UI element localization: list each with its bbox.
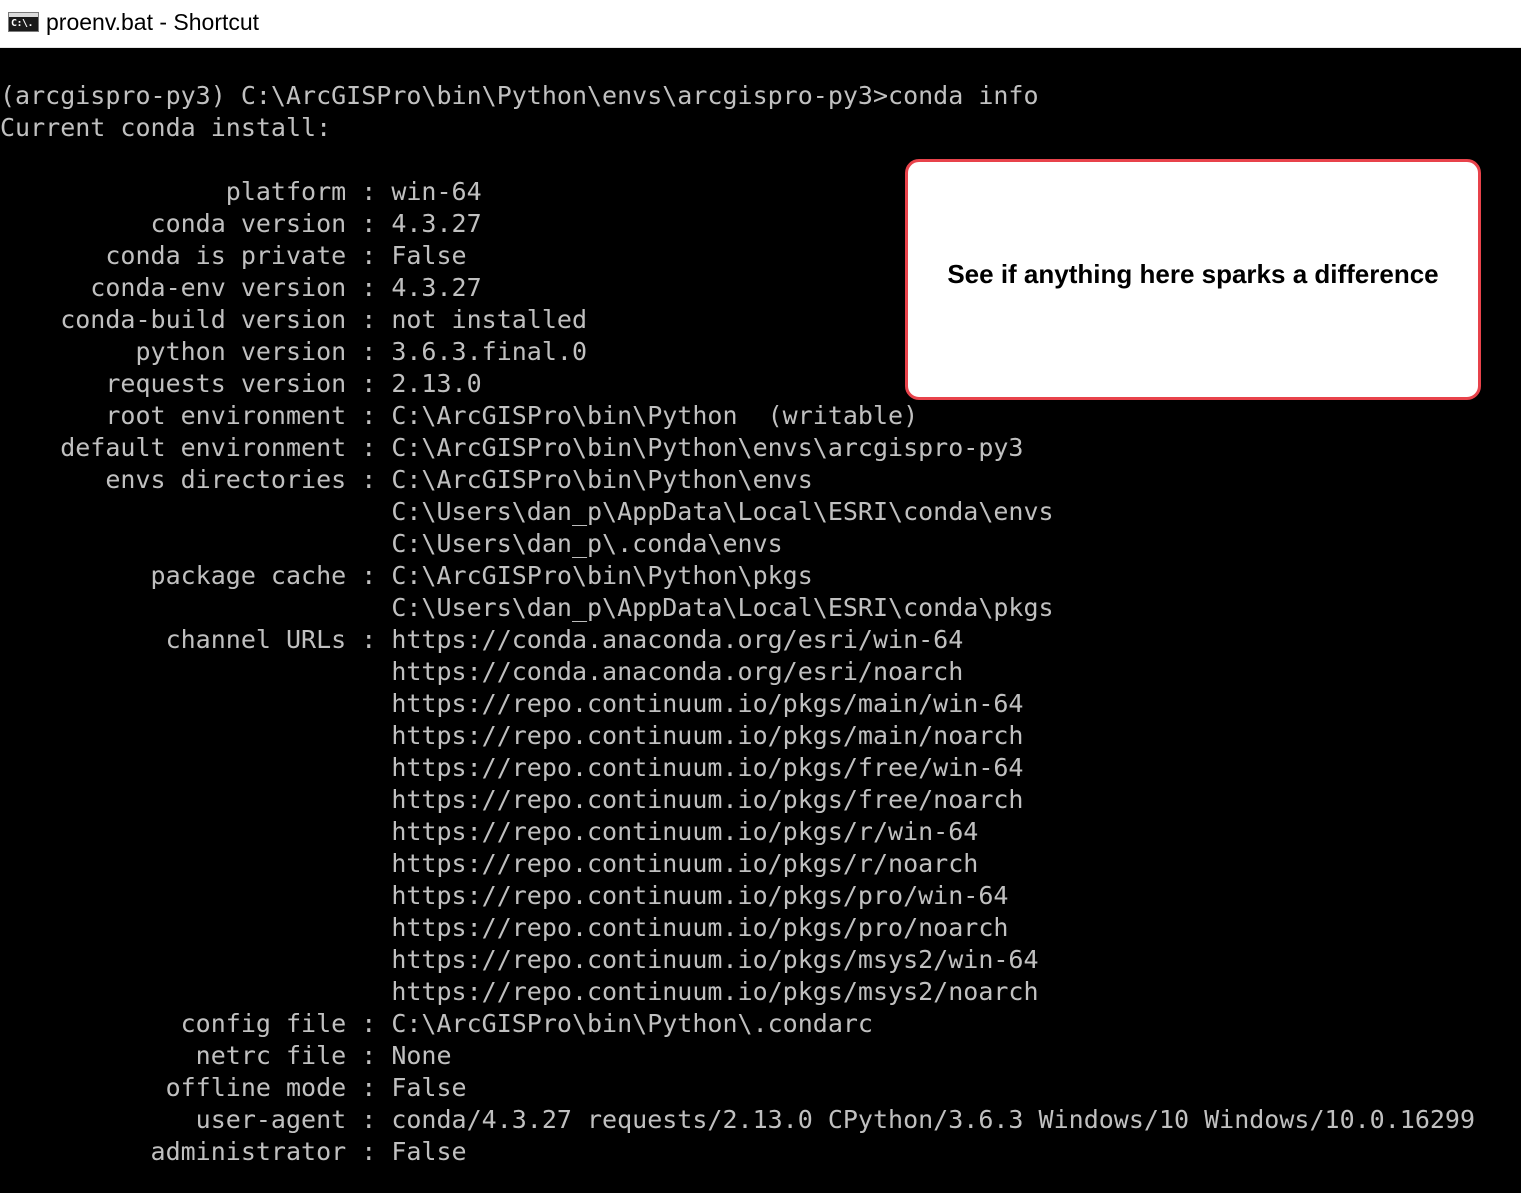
console-line: (arcgispro-py3) C:\ArcGISPro\bin\Python\… <box>0 81 1039 110</box>
console-line: https://repo.continuum.io/pkgs/free/noar… <box>0 785 1024 814</box>
console-line: https://repo.continuum.io/pkgs/r/noarch <box>0 849 979 878</box>
annotation-callout: See if anything here sparks a difference <box>905 159 1481 400</box>
console-line: requests version : 2.13.0 <box>0 369 482 398</box>
console-line: C:\Users\dan_p\AppData\Local\ESRI\conda\… <box>0 497 1054 526</box>
console-line: https://repo.continuum.io/pkgs/main/win-… <box>0 689 1024 718</box>
title-bar[interactable]: C:\. proenv.bat - Shortcut <box>0 0 1521 48</box>
console-line: root environment : C:\ArcGISPro\bin\Pyth… <box>0 401 919 430</box>
annotation-callout-text: See if anything here sparks a difference <box>947 259 1439 289</box>
console-line: offline mode : False <box>0 1073 467 1102</box>
console-line: netrc file : None <box>0 1041 452 1070</box>
console-line: platform : win-64 <box>0 177 482 206</box>
console-line: config file : C:\ArcGISPro\bin\Python\.c… <box>0 1009 873 1038</box>
console-line: https://repo.continuum.io/pkgs/pro/noarc… <box>0 913 1009 942</box>
console-line: Current conda install: <box>0 113 332 142</box>
window-title: proenv.bat - Shortcut <box>46 9 260 35</box>
console-line: conda is private : False <box>0 241 467 270</box>
console-line: https://repo.continuum.io/pkgs/main/noar… <box>0 721 1024 750</box>
console-line: https://repo.continuum.io/pkgs/pro/win-6… <box>0 881 1009 910</box>
console-line: C:\Users\dan_p\AppData\Local\ESRI\conda\… <box>0 593 1054 622</box>
command-prompt-window: C:\. proenv.bat - Shortcut (arcgispro-py… <box>0 0 1521 1193</box>
cmd-console-icon[interactable]: C:\. <box>8 12 39 32</box>
console-line: envs directories : C:\ArcGISPro\bin\Pyth… <box>0 465 813 494</box>
console-line: package cache : C:\ArcGISPro\bin\Python\… <box>0 561 813 590</box>
console-line: channel URLs : https://conda.anaconda.or… <box>0 625 964 654</box>
console-line: https://repo.continuum.io/pkgs/msys2/noa… <box>0 977 1039 1006</box>
console-line: conda-build version : not installed <box>0 305 587 334</box>
console-line: https://conda.anaconda.org/esri/noarch <box>0 657 964 686</box>
icon-glyph: C:\. <box>11 18 34 29</box>
console-line: conda-env version : 4.3.27 <box>0 273 482 302</box>
console-line: user-agent : conda/4.3.27 requests/2.13.… <box>0 1105 1476 1134</box>
console-line: python version : 3.6.3.final.0 <box>0 337 587 366</box>
console-line: conda version : 4.3.27 <box>0 209 482 238</box>
console-line: C:\Users\dan_p\.conda\envs <box>0 529 783 558</box>
console-line: https://repo.continuum.io/pkgs/msys2/win… <box>0 945 1039 974</box>
console-line: https://repo.continuum.io/pkgs/free/win-… <box>0 753 1024 782</box>
console-line: default environment : C:\ArcGISPro\bin\P… <box>0 433 1024 462</box>
console-line: administrator : False <box>0 1137 467 1166</box>
console-line: https://repo.continuum.io/pkgs/r/win-64 <box>0 817 979 846</box>
